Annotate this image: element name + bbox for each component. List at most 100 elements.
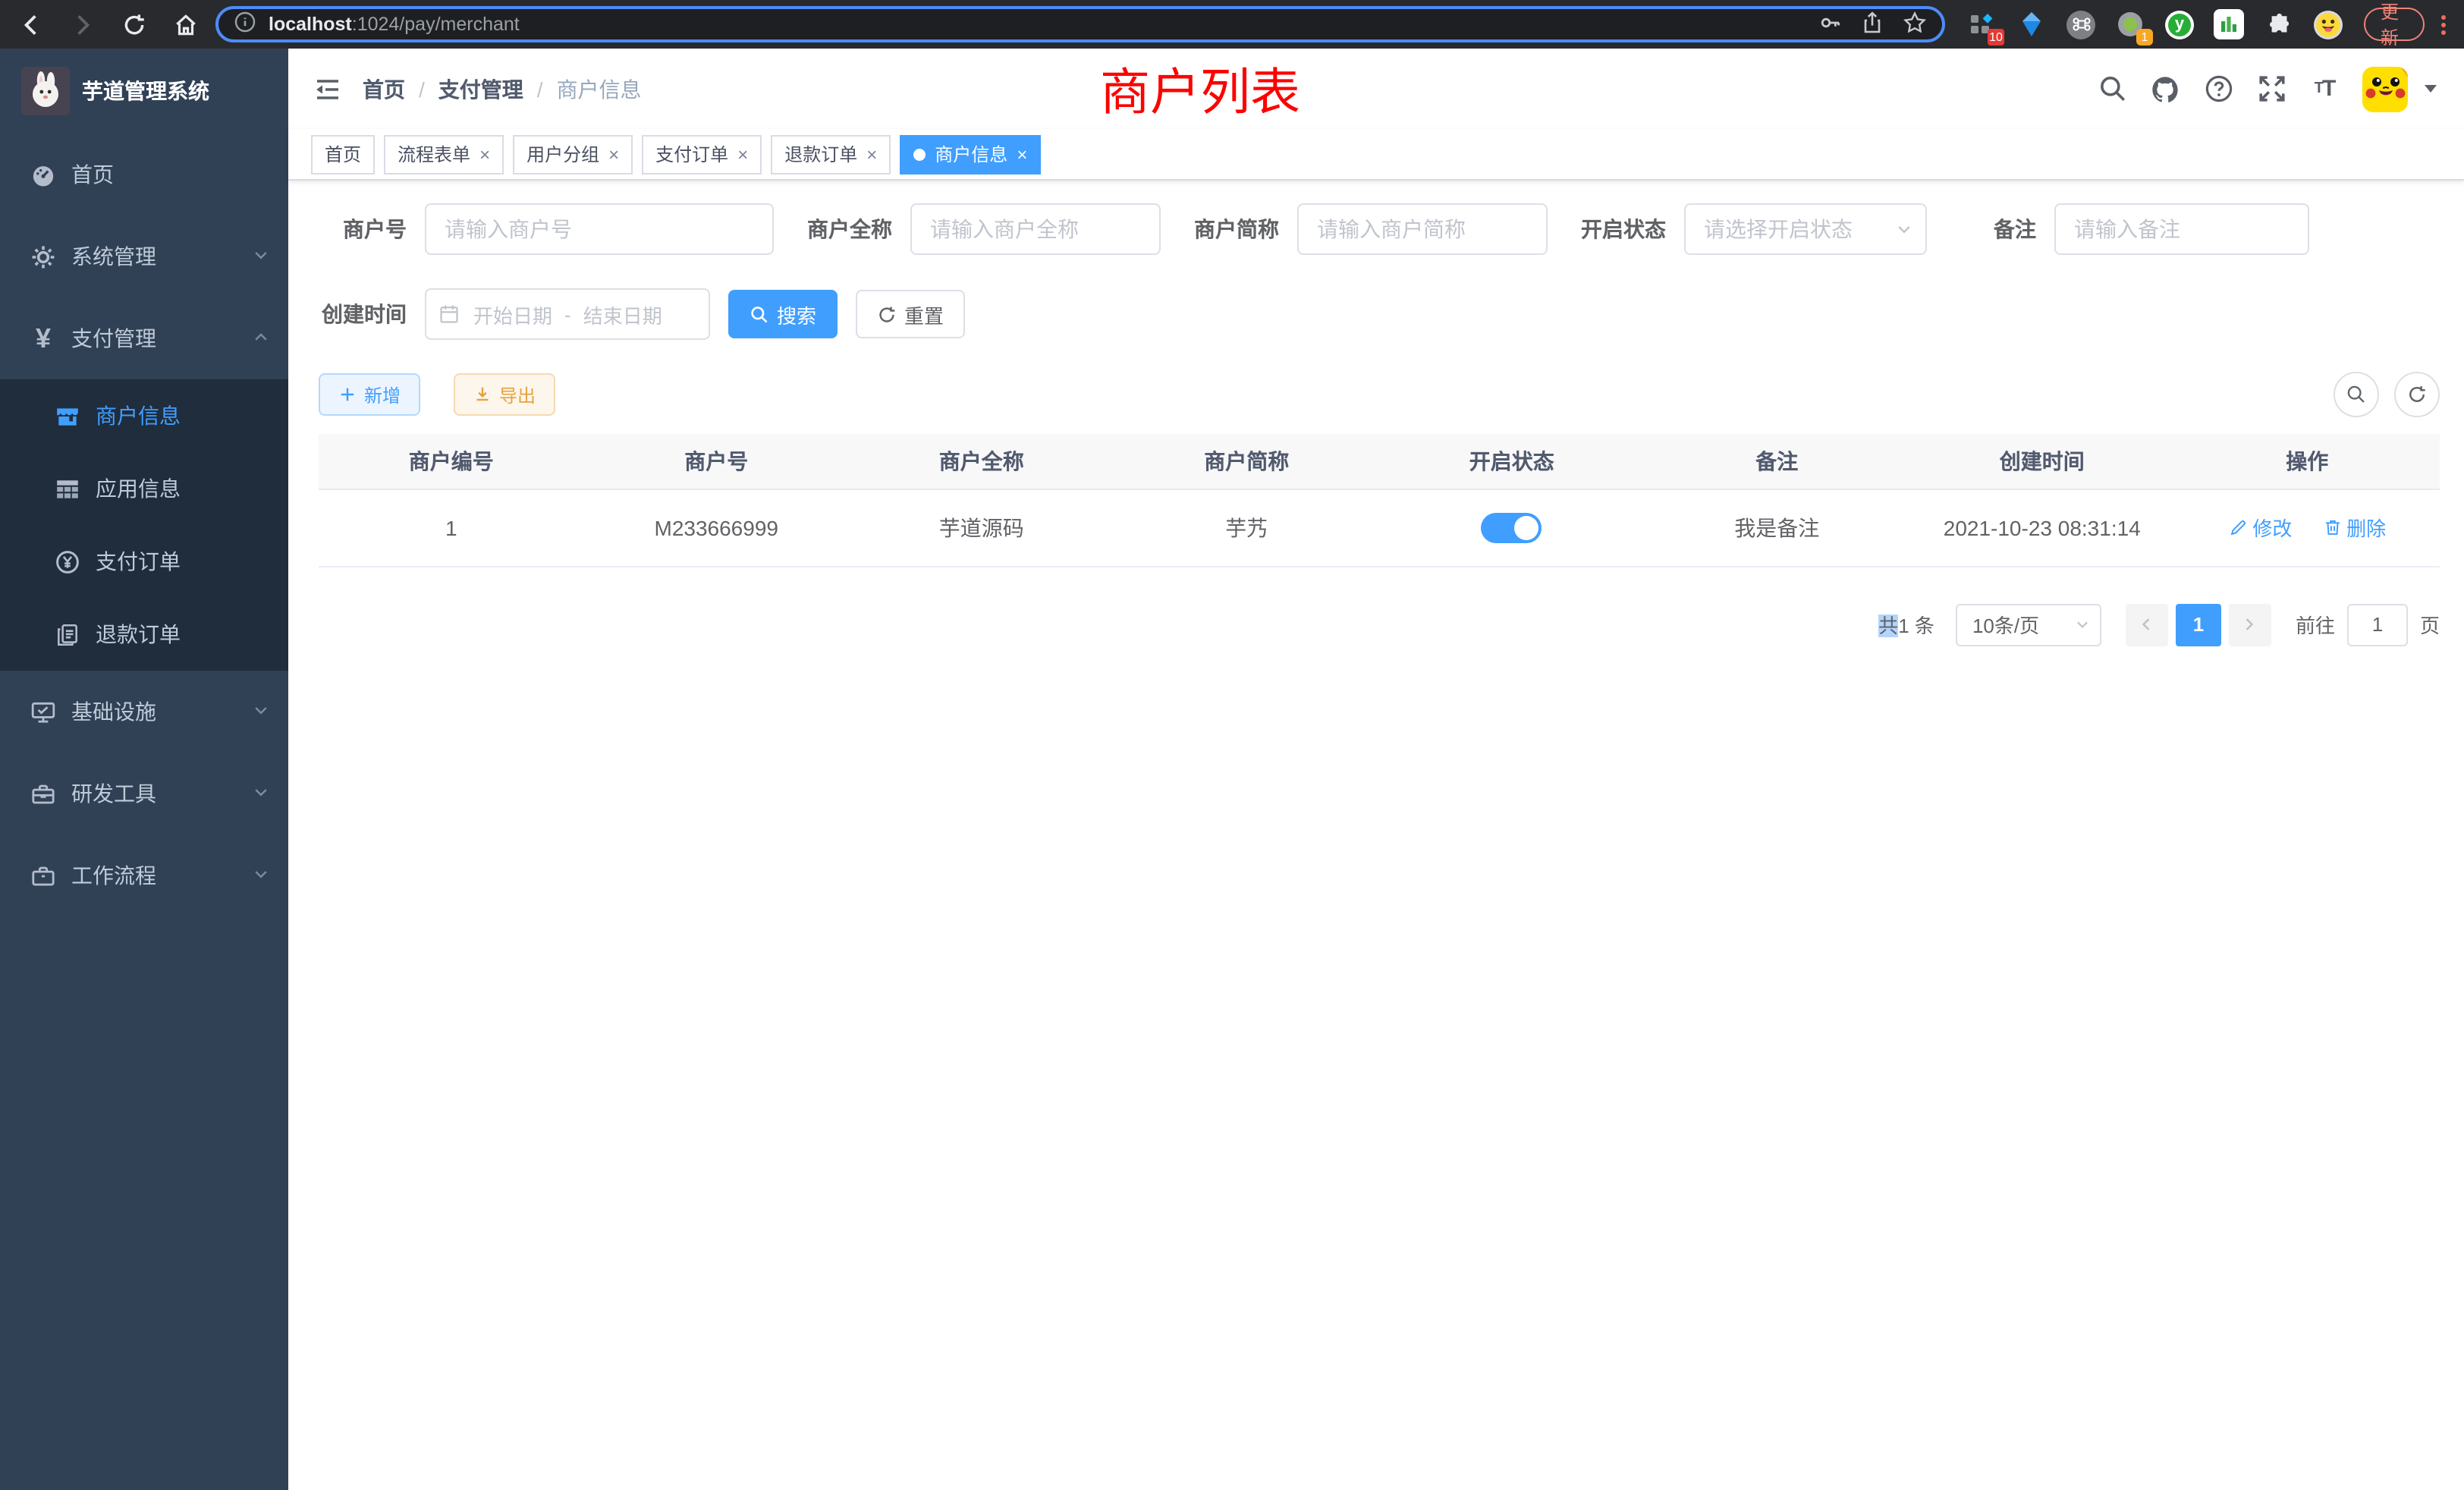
close-icon[interactable]: × (737, 145, 748, 163)
tab-merchant-info[interactable]: 商户信息× (900, 134, 1041, 174)
password-key-icon[interactable] (1818, 10, 1842, 39)
sidebar-item-pay-order[interactable]: 支付订单 (0, 525, 288, 598)
col-short-name: 商户简称 (1114, 434, 1380, 489)
search-button[interactable]: 搜索 (728, 290, 838, 338)
forward-icon[interactable] (64, 6, 100, 42)
calendar-icon (438, 303, 460, 325)
extension-badge: 1 (2136, 29, 2153, 46)
status-toggle[interactable] (1482, 512, 1542, 542)
fullscreen-icon[interactable] (2256, 74, 2286, 104)
yen-circle-icon (55, 549, 80, 574)
sidebar-item-app-info[interactable]: 应用信息 (0, 452, 288, 525)
status-select[interactable]: 请选择开启状态 (1684, 203, 1927, 255)
download-icon (473, 385, 492, 404)
table-row: 1 M233666999 芋道源码 芋艿 我是备注 2021-10-23 08:… (319, 489, 2440, 566)
app-title: 芋道管理系统 (82, 76, 209, 106)
avatar-caret-icon[interactable] (2425, 85, 2437, 93)
short-name-input[interactable] (1297, 203, 1548, 255)
refresh-table-button[interactable] (2394, 372, 2440, 417)
browser-toolbar: localhost:1024/pay/merchant 10 1 (0, 0, 2464, 49)
dashboard-icon (30, 162, 56, 187)
user-avatar[interactable] (2362, 66, 2408, 112)
delete-link[interactable]: 删除 (2322, 513, 2386, 542)
close-icon[interactable]: × (866, 145, 877, 163)
extension-chart-icon[interactable] (2214, 9, 2244, 39)
add-button[interactable]: 新增 (319, 373, 420, 416)
export-button[interactable]: 导出 (454, 373, 555, 416)
prev-page-button[interactable] (2126, 603, 2168, 646)
browser-menu-icon[interactable] (2436, 14, 2452, 34)
search-icon (2346, 384, 2367, 405)
status-label: 开启状态 (1581, 214, 1684, 244)
breadcrumb-pay[interactable]: 支付管理 (438, 74, 523, 104)
extensions-puzzle-icon[interactable] (2264, 9, 2294, 39)
short-name-label: 商户简称 (1194, 214, 1297, 244)
sidebar-fold-icon[interactable] (311, 72, 344, 105)
goto-page-input[interactable] (2347, 603, 2408, 646)
close-icon[interactable]: × (1017, 145, 1027, 163)
sidebar-item-home[interactable]: 首页 (0, 134, 288, 215)
cell-status (1379, 489, 1645, 566)
tab-home[interactable]: 首页 (311, 134, 375, 174)
toggle-search-button[interactable] (2334, 372, 2379, 417)
sidebar-item-devtools[interactable]: 研发工具 (0, 753, 288, 835)
merchant-table: 商户编号 商户号 商户全称 商户简称 开启状态 备注 创建时间 操作 1 (319, 434, 2440, 567)
tab-pay-order[interactable]: 支付订单× (642, 134, 762, 174)
trash-icon (2322, 517, 2342, 537)
cell-remark: 我是备注 (1645, 489, 1910, 566)
tab-process-form[interactable]: 流程表单× (384, 134, 504, 174)
sidebar-item-pay[interactable]: ¥ 支付管理 (0, 297, 288, 379)
cell-merchant-no: M233666999 (584, 489, 850, 566)
url-bar[interactable]: localhost:1024/pay/merchant (215, 6, 1945, 42)
browser-update-button[interactable]: 更新 (2364, 8, 2424, 41)
sidebar-item-system[interactable]: 系统管理 (0, 215, 288, 297)
page-content: 商户号 商户全称 商户简称 开启状态 请选择开启状态 备注 (288, 181, 2464, 646)
tabs-bar: 首页 流程表单× 用户分组× 支付订单× 退款订单× 商户信息× (288, 129, 2464, 181)
extension-command-icon[interactable] (2066, 10, 2095, 39)
sidebar-item-refund-order[interactable]: 退款订单 (0, 598, 288, 671)
github-icon[interactable] (2150, 74, 2180, 104)
briefcase-icon (30, 863, 56, 888)
close-icon[interactable]: × (479, 145, 490, 163)
search-icon[interactable] (2097, 74, 2127, 104)
yen-icon: ¥ (30, 325, 56, 351)
document-icon (55, 621, 80, 647)
monitor-icon (30, 699, 56, 725)
table-grid-icon (55, 476, 80, 501)
back-icon[interactable] (12, 6, 49, 42)
home-icon[interactable] (167, 6, 203, 42)
tab-refund-order[interactable]: 退款订单× (771, 134, 891, 174)
breadcrumb-home[interactable]: 首页 (363, 74, 405, 104)
chevron-down-icon (252, 244, 270, 269)
sidebar-item-workflow[interactable]: 工作流程 (0, 835, 288, 916)
main-area: 首页 / 支付管理 / 商户信息 商户列表 TT (288, 49, 2464, 1490)
sidebar-logo[interactable]: 芋道管理系统 (0, 49, 288, 134)
remark-input[interactable] (2054, 203, 2309, 255)
mch-no-input[interactable] (425, 203, 774, 255)
extension-grid-icon[interactable]: 10 (1966, 9, 1997, 39)
reset-button[interactable]: 重置 (856, 290, 965, 338)
tab-user-group[interactable]: 用户分组× (513, 134, 633, 174)
full-name-input[interactable] (910, 203, 1161, 255)
help-icon[interactable] (2203, 74, 2233, 104)
extension-gem-icon[interactable] (2016, 9, 2047, 39)
close-icon[interactable]: × (608, 145, 619, 163)
profile-emoji-icon[interactable] (2314, 10, 2343, 39)
bookmark-star-icon[interactable] (1903, 10, 1927, 39)
edit-link[interactable]: 修改 (2228, 513, 2292, 542)
reload-icon[interactable] (115, 6, 152, 42)
page-size-select[interactable]: 10条/页 (1956, 603, 2101, 646)
next-page-button[interactable] (2229, 603, 2271, 646)
page-1-button[interactable]: 1 (2176, 603, 2221, 646)
extension-y-icon[interactable]: y (2165, 10, 2194, 39)
site-info-icon[interactable] (234, 11, 256, 38)
sidebar-item-merchant-info[interactable]: 商户信息 (0, 379, 288, 452)
cell-actions: 修改 删除 (2175, 489, 2440, 566)
font-size-icon[interactable]: TT (2309, 74, 2340, 104)
date-end-placeholder: 结束日期 (583, 300, 662, 328)
sidebar-item-infra[interactable]: 基础设施 (0, 671, 288, 753)
create-time-range-picker[interactable]: 开始日期 - 结束日期 (425, 288, 710, 340)
share-icon[interactable] (1860, 10, 1884, 39)
logo-bunny-icon (21, 67, 70, 115)
extension-session-icon[interactable]: 1 (2115, 9, 2145, 39)
